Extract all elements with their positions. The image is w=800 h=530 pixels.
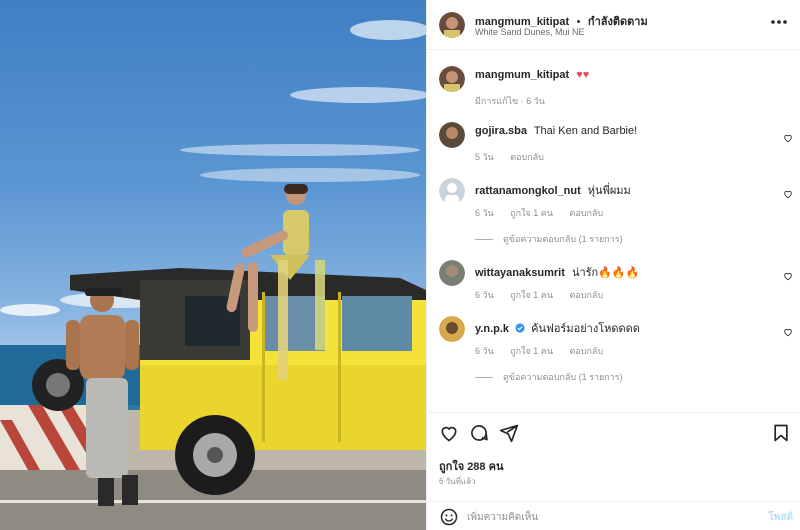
commenter-avatar[interactable]: [439, 260, 465, 286]
comment-like-icon[interactable]: [783, 324, 793, 337]
comment-item: gojira.sba Thai Ken and Barbie! 5 วัน ตอ…: [427, 122, 800, 162]
reply-button[interactable]: ตอบกลับ: [510, 152, 544, 162]
reply-button[interactable]: ตอบกลับ: [570, 346, 604, 356]
comment-like-icon[interactable]: [783, 268, 793, 281]
post-timestamp[interactable]: 6 วันที่แล้ว: [439, 475, 475, 488]
post-actions: ถูกใจ 288 คน 6 วันที่แล้ว โพสต์: [427, 412, 800, 530]
follow-button[interactable]: กำลังติดตาม: [588, 16, 648, 28]
more-options-icon[interactable]: [769, 14, 789, 30]
replies-divider: [475, 377, 493, 379]
post-comment-button[interactable]: โพสต์: [768, 510, 793, 525]
comment-like-icon[interactable]: [783, 186, 793, 199]
bookmark-icon[interactable]: [771, 423, 791, 443]
post-location[interactable]: White Sand Dunes, Mui NE: [475, 27, 585, 37]
post-photo[interactable]: [0, 0, 426, 530]
comment-input[interactable]: [467, 508, 747, 526]
verified-badge-icon: [515, 323, 525, 336]
comment-composer: โพสต์: [427, 501, 800, 530]
view-replies-button[interactable]: ดูข้อความตอบกลับ (1 รายการ): [475, 370, 623, 384]
view-replies-label: ดูข้อความตอบกลับ (1 รายการ): [503, 372, 623, 382]
comment-text: wittayanaksumrit น่ารัก🔥🔥🔥: [475, 263, 639, 281]
comment-item: wittayanaksumrit น่ารัก🔥🔥🔥 6 วัน ถูกใจ 1…: [427, 260, 800, 300]
comment-body: น่ารัก🔥🔥🔥: [571, 267, 640, 279]
caption-username[interactable]: mangmum_kitipat: [475, 69, 569, 81]
emoji-icon[interactable]: [439, 507, 459, 527]
reply-button[interactable]: ตอบกลับ: [570, 290, 604, 300]
comment-likes[interactable]: ถูกใจ 1 คน: [510, 346, 553, 356]
commenter-avatar[interactable]: [439, 178, 465, 204]
comment-username[interactable]: wittayanaksumrit: [475, 267, 565, 279]
comment-meta: 6 วัน ถูกใจ 1 คน ตอบกลับ: [475, 344, 617, 358]
replies-divider: [475, 239, 493, 241]
commenter-avatar[interactable]: [439, 122, 465, 148]
comment-username[interactable]: gojira.sba: [475, 125, 527, 137]
comment-meta: 6 วัน ถูกใจ 1 คน ตอบกลับ: [475, 206, 617, 220]
comment-text: y.n.p.k ค้นฟอร์มอย่างโหดดดด: [475, 319, 640, 337]
comment-text: gojira.sba Thai Ken and Barbie!: [475, 125, 637, 137]
caption-body: ♥♥: [576, 69, 590, 81]
comment-body: ค้นฟอร์มอย่างโหดดดด: [531, 323, 640, 335]
comment-text: rattanamongkol_nut หุ่นพี่ผมม: [475, 181, 631, 199]
comment-body: หุ่นพี่ผมม: [587, 185, 631, 197]
reply-button[interactable]: ตอบกลับ: [570, 208, 604, 218]
comment-username[interactable]: y.n.p.k: [475, 323, 509, 335]
comment-age: 6 วัน: [475, 290, 494, 300]
comment-body: Thai Ken and Barbie!: [533, 125, 638, 137]
comment-likes[interactable]: ถูกใจ 1 คน: [510, 208, 553, 218]
comment-username[interactable]: rattanamongkol_nut: [475, 185, 581, 197]
comment-age: 5 วัน: [475, 152, 494, 162]
comment-like-icon[interactable]: [783, 130, 793, 143]
comment-age: 6 วัน: [475, 208, 494, 218]
comment-meta: 5 วัน ตอบกลับ: [475, 150, 558, 164]
heart-icon[interactable]: [439, 423, 459, 443]
comment-item: rattanamongkol_nut หุ่นพี่ผมม 6 วัน ถูกใ…: [427, 178, 800, 244]
comment-item: y.n.p.k ค้นฟอร์มอย่างโหดดดด 6 วัน ถูกใจ …: [427, 316, 800, 382]
comment-age: 6 วัน: [475, 346, 494, 356]
comment-likes[interactable]: ถูกใจ 1 คน: [510, 290, 553, 300]
post-side-panel: mangmum_kitipat • กำลังติดตาม White Sand…: [426, 0, 800, 530]
caption-meta: มีการแก้ไข · 6 วัน: [475, 96, 545, 106]
post-header: mangmum_kitipat • กำลังติดตาม White Sand…: [427, 0, 800, 50]
caption-text: mangmum_kitipat ♥♥: [475, 69, 589, 81]
caption-row: mangmum_kitipat ♥♥ มีการแก้ไข · 6 วัน: [427, 66, 800, 110]
comment-icon[interactable]: [469, 423, 489, 443]
likes-count[interactable]: ถูกใจ 288 คน: [439, 457, 503, 475]
commenter-avatar[interactable]: [439, 316, 465, 342]
author-avatar[interactable]: [439, 12, 465, 38]
post-photo-illustration: [0, 20, 426, 530]
comment-meta: 6 วัน ถูกใจ 1 คน ตอบกลับ: [475, 288, 617, 302]
view-replies-label: ดูข้อความตอบกลับ (1 รายการ): [503, 234, 623, 244]
share-icon[interactable]: [499, 423, 519, 443]
view-replies-button[interactable]: ดูข้อความตอบกลับ (1 รายการ): [475, 232, 623, 246]
caption-avatar[interactable]: [439, 66, 465, 92]
